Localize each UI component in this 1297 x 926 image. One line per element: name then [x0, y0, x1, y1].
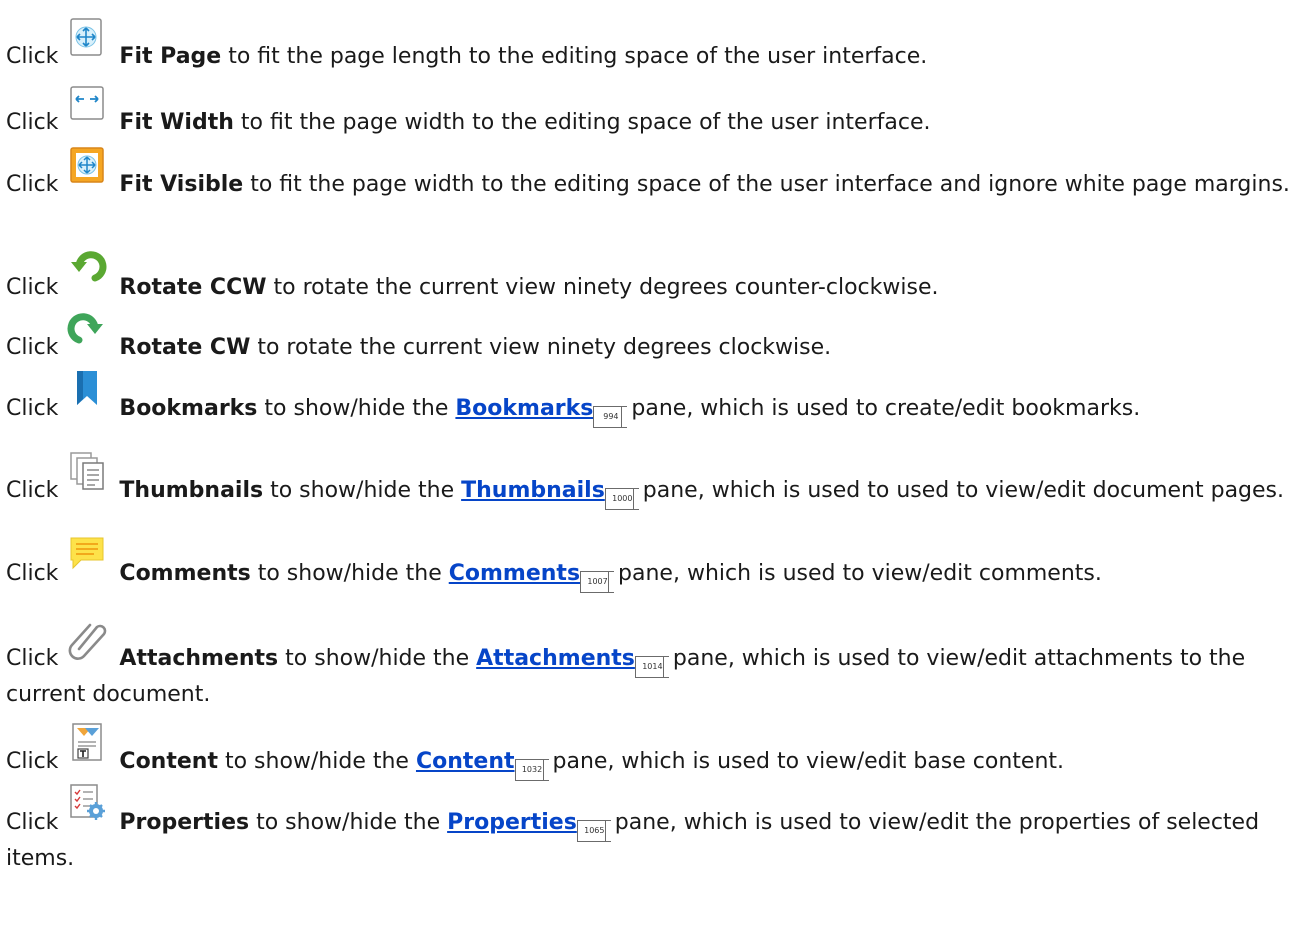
tool-name: Bookmarks: [119, 396, 258, 421]
click-label: Click: [6, 478, 59, 503]
thumbnails-link[interactable]: Thumbnails: [461, 478, 605, 503]
description-tail: pane, which is used to create/edit bookm…: [631, 396, 1141, 421]
instruction-bookmarks: Click Bookmarks to show/hide the Bookmar…: [6, 371, 1291, 428]
bookmark-icon[interactable]: [67, 371, 107, 421]
tool-name: Comments: [119, 561, 251, 586]
comments-icon[interactable]: [67, 537, 107, 586]
description: to show/hide the: [217, 749, 416, 774]
instruction-rotate-ccw: Click Rotate CCW to rotate the current v…: [6, 251, 1291, 304]
instruction-fit-visible: Click Fit Visible to fit the page width …: [6, 147, 1291, 201]
properties-link[interactable]: Properties: [447, 810, 577, 835]
description: to show/hide the: [250, 561, 449, 586]
description-tail: pane, which is used to used to view/edit…: [642, 478, 1285, 503]
tool-name: Thumbnails: [119, 478, 264, 503]
instruction-content: Click Content to show/hide the Content 10…: [6, 723, 1291, 781]
click-label: Click: [6, 335, 59, 360]
page-reference: 1000: [604, 488, 639, 510]
page-reference: 994: [593, 406, 628, 428]
description: to show/hide the: [278, 646, 477, 671]
fit-visible-icon[interactable]: [67, 147, 107, 197]
attachments-link[interactable]: Attachments: [476, 646, 635, 671]
click-label: Click: [6, 172, 59, 197]
thumbnails-icon[interactable]: [67, 452, 107, 503]
description: to show/hide the: [249, 810, 448, 835]
comments-link[interactable]: Comments: [449, 561, 580, 586]
tool-name: Attachments: [119, 646, 279, 671]
page-reference: 1007: [580, 571, 615, 593]
tool-name: Properties: [119, 810, 250, 835]
rotate-cw-icon[interactable]: [67, 313, 107, 360]
rotate-ccw-icon[interactable]: [67, 251, 107, 300]
content-link[interactable]: Content: [416, 749, 515, 774]
tool-name: Content: [119, 749, 218, 774]
attachment-icon[interactable]: [67, 623, 107, 671]
description: to show/hide the: [263, 478, 462, 503]
click-label: Click: [6, 749, 59, 774]
instruction-attachments: Click Attachments to show/hide the Attac…: [6, 623, 1291, 711]
page-reference: 1032: [514, 759, 549, 781]
page-reference: 1065: [576, 820, 611, 842]
tool-name: Fit Visible: [119, 172, 244, 197]
bookmarks-link[interactable]: Bookmarks: [455, 396, 593, 421]
description: to fit the page width to the editing spa…: [243, 172, 1290, 197]
instruction-thumbnails: Click Thumbnails to show/hide the Thumbn…: [6, 452, 1291, 510]
click-label: Click: [6, 561, 59, 586]
description: to show/hide the: [257, 396, 456, 421]
instruction-fit-page: Click Fit Page to fit the page length to…: [6, 18, 1291, 73]
click-label: Click: [6, 44, 59, 69]
description: to fit the page length to the editing sp…: [221, 44, 928, 69]
description: to rotate the current view ninety degree…: [266, 275, 939, 300]
description-tail: pane, which is used to view/edit comment…: [618, 561, 1102, 586]
tool-name: Rotate CCW: [119, 275, 267, 300]
click-label: Click: [6, 396, 59, 421]
click-label: Click: [6, 646, 59, 671]
tool-name: Rotate CW: [119, 335, 251, 360]
fit-width-icon[interactable]: [67, 86, 107, 135]
properties-icon[interactable]: [67, 784, 107, 835]
page-reference: 1014: [634, 656, 669, 678]
content-icon[interactable]: [67, 723, 107, 774]
click-label: Click: [6, 110, 59, 135]
click-label: Click: [6, 810, 59, 835]
instruction-comments: Click Comments to show/hide the Comments…: [6, 537, 1291, 593]
tool-name: Fit Width: [119, 110, 234, 135]
fit-page-icon[interactable]: [67, 18, 107, 69]
description: to rotate the current view ninety degree…: [250, 335, 832, 360]
description: to fit the page width to the editing spa…: [233, 110, 931, 135]
description-tail: pane, which is used to view/edit base co…: [552, 749, 1065, 774]
click-label: Click: [6, 275, 59, 300]
instruction-fit-width: Click Fit Width to fit the page width to…: [6, 86, 1291, 139]
instruction-rotate-cw: Click Rotate CW to rotate the current vi…: [6, 313, 1291, 364]
instruction-properties: Click Properties to show/hide the Proper…: [6, 784, 1291, 875]
tool-name: Fit Page: [119, 44, 222, 69]
